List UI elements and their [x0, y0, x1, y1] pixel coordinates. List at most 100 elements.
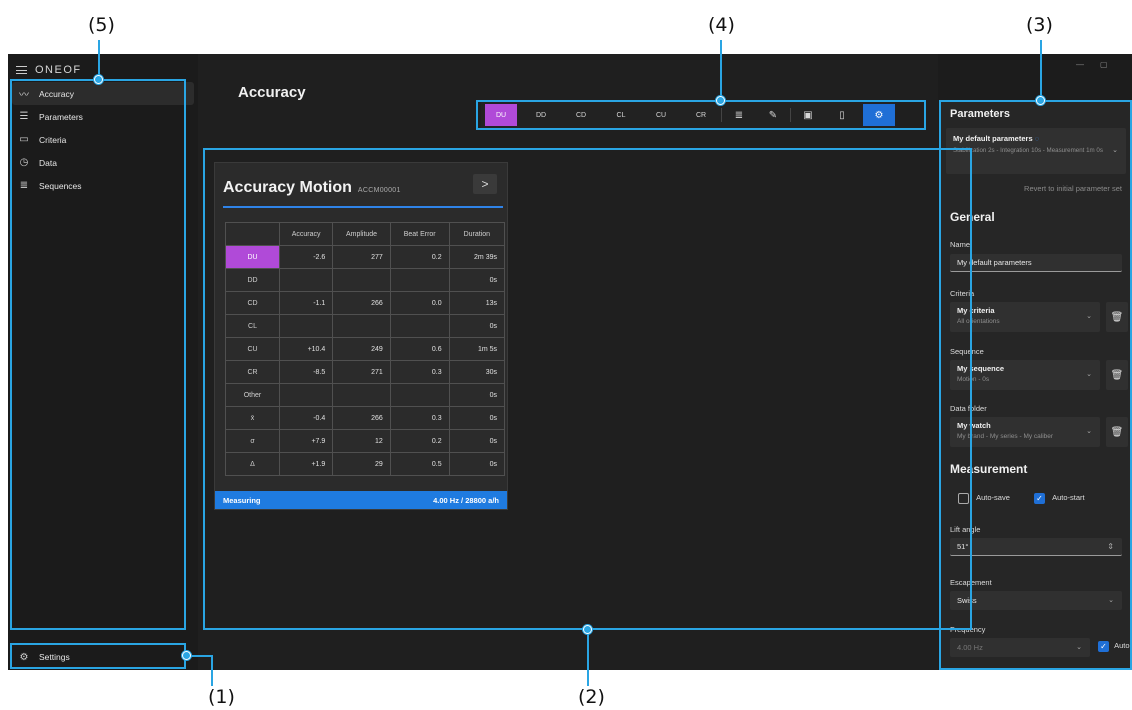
- preset-name-text: My default parameters: [953, 134, 1033, 143]
- criteria-label: Criteria: [950, 289, 975, 298]
- delete-criteria-button[interactable]: 🗑: [1106, 302, 1128, 332]
- table-cell: [278, 314, 334, 338]
- table-cell: 0.3: [389, 406, 450, 430]
- table-cell: 0s: [448, 429, 506, 453]
- minimize-icon[interactable]: —: [1076, 60, 1084, 69]
- measurement-heading: Measurement: [950, 462, 1028, 476]
- table-cell: 271: [332, 360, 391, 384]
- leader-5: [98, 40, 100, 79]
- row-header[interactable]: σ: [225, 429, 280, 453]
- accuracy-motion-card: Accuracy Motion ACCM00001 > Accuracy Ampl…: [214, 162, 508, 510]
- save-icon[interactable]: ▣: [791, 104, 825, 126]
- autosave-checkbox[interactable]: Auto-save: [958, 493, 1010, 504]
- row-header[interactable]: CL: [225, 314, 280, 338]
- leader-1v: [211, 655, 213, 686]
- dot-5: [94, 75, 103, 84]
- settings-gear-button[interactable]: ⚙: [863, 104, 895, 126]
- table-cell: +1.9: [278, 452, 334, 476]
- auto-frequency-checkbox[interactable]: ✓ Auto: [1098, 641, 1130, 652]
- row-header[interactable]: CD: [225, 291, 280, 315]
- escapement-label: Escapement: [950, 578, 992, 587]
- frequency-value: 4.00 Hz: [957, 643, 983, 652]
- row-header[interactable]: CR: [225, 360, 280, 384]
- table-cell: +10.4: [278, 337, 334, 361]
- sequence-dropdown[interactable]: My sequence Motion - 0s ⌄: [950, 360, 1100, 390]
- data-folder-dropdown[interactable]: My watch My brand - My series - My calib…: [950, 417, 1100, 447]
- chevron-down-icon: ⌄: [1086, 428, 1092, 435]
- revert-link[interactable]: Revert to initial parameter set: [1024, 184, 1122, 193]
- maximize-icon[interactable]: ▢: [1100, 60, 1108, 69]
- brand-logo: ONEOF: [35, 64, 82, 76]
- ruler-icon[interactable]: ✎: [756, 104, 790, 126]
- sidebar-item-parameters[interactable]: ☰ Parameters: [12, 105, 194, 128]
- table-cell: [332, 314, 391, 338]
- main-area: Accuracy DU DD CD CL CU CR ≣ ✎ ▣ ▯ ⚙ Acc…: [198, 54, 938, 670]
- escapement-value: Swiss: [957, 596, 977, 605]
- position-cr-button[interactable]: CR: [681, 104, 721, 126]
- auto-label: Auto: [1114, 641, 1130, 651]
- table-cell: 0.5: [389, 452, 450, 476]
- table-cell: 0s: [448, 406, 506, 430]
- row-header[interactable]: Δ: [225, 452, 280, 476]
- delete-sequence-button[interactable]: 🗑: [1106, 360, 1128, 390]
- position-cu-button[interactable]: CU: [641, 104, 681, 126]
- sidebar-item-accuracy[interactable]: 〰 Accuracy: [12, 82, 194, 105]
- delete-data-folder-button[interactable]: 🗑: [1106, 417, 1128, 447]
- autosave-label: Auto-save: [976, 493, 1010, 503]
- position-dd-button[interactable]: DD: [521, 104, 561, 126]
- sequence-value: My sequence: [957, 364, 1005, 373]
- table-cell: 266: [332, 291, 391, 315]
- table-cell: 266: [332, 406, 391, 430]
- row-header[interactable]: CU: [225, 337, 280, 361]
- spinner-icon[interactable]: ⇕: [1107, 542, 1114, 551]
- sidebar-item-settings[interactable]: ⚙ Settings: [12, 646, 194, 668]
- table-cell: 29: [332, 452, 391, 476]
- table-cell: 2m 39s: [448, 245, 506, 269]
- row-header[interactable]: Other: [225, 383, 280, 407]
- frequency-dropdown[interactable]: 4.00 Hz ⌄: [950, 638, 1090, 657]
- table-cell: 12: [332, 429, 391, 453]
- check-icon: ✓: [1034, 493, 1045, 504]
- position-du-button[interactable]: DU: [485, 104, 517, 126]
- position-cl-button[interactable]: CL: [601, 104, 641, 126]
- list-view-icon[interactable]: ≣: [722, 104, 756, 126]
- position-cd-button[interactable]: CD: [561, 104, 601, 126]
- table-cell: 0.2: [389, 429, 450, 453]
- annotated-screenshot: (1) (2) (3) (4) (5) ONEOF 〰 Accuracy ☰ P…: [0, 0, 1132, 710]
- lift-angle-input[interactable]: 51° ⇕: [950, 538, 1122, 556]
- leader-2: [587, 630, 589, 686]
- preset-name: My default parameters ◌: [953, 134, 1119, 143]
- table-cell: [332, 383, 391, 407]
- sidebar-item-sequences[interactable]: ≣ Sequences: [12, 174, 194, 197]
- sliders-icon: ☰: [19, 111, 29, 122]
- sidebar-item-criteria[interactable]: ▭ Criteria: [12, 128, 194, 151]
- chevron-down-icon: ⌄: [1086, 371, 1092, 378]
- autostart-checkbox[interactable]: ✓ Auto-start: [1034, 493, 1085, 504]
- row-header[interactable]: DD: [225, 268, 280, 292]
- table-cell: +7.9: [278, 429, 334, 453]
- name-input[interactable]: My default parameters: [950, 254, 1122, 272]
- row-header[interactable]: DU: [225, 245, 280, 269]
- data-folder-value: My watch: [957, 421, 991, 430]
- verified-icon: ◌: [1034, 134, 1040, 143]
- table-cell: -8.5: [278, 360, 334, 384]
- table-cell: [389, 314, 450, 338]
- sidebar-item-data[interactable]: ◷ Data: [12, 151, 194, 174]
- autostart-label: Auto-start: [1052, 493, 1085, 503]
- criteria-dropdown[interactable]: My criteria All orientations ⌄: [950, 302, 1100, 332]
- trash-icon: 🗑: [1110, 369, 1124, 381]
- wave-icon: 〰: [19, 90, 29, 101]
- column-header: Duration: [448, 222, 506, 246]
- export-file-icon[interactable]: ▯: [825, 104, 859, 126]
- card-open-button[interactable]: >: [473, 174, 497, 194]
- menu-icon[interactable]: [16, 66, 27, 74]
- table-row: DU -2.6 277 0.2 2m 39s: [225, 245, 506, 269]
- table-row: Other 0s: [225, 383, 506, 407]
- dot-3: [1036, 96, 1045, 105]
- preset-selector[interactable]: My default parameters ◌ Stabilization 2s…: [946, 128, 1126, 174]
- table-header-row: Accuracy Amplitude Beat Error Duration: [225, 222, 506, 246]
- column-header: Accuracy: [278, 222, 334, 246]
- escapement-dropdown[interactable]: Swiss ⌄: [950, 591, 1122, 610]
- row-header[interactable]: x̄: [225, 406, 280, 430]
- card-title-text: Accuracy Motion: [223, 179, 352, 196]
